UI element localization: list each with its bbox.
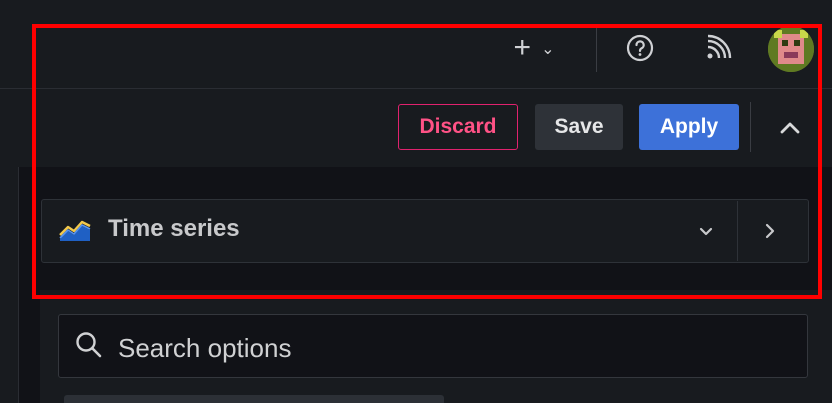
search-options-input[interactable] bbox=[116, 324, 780, 372]
toolbar-separator bbox=[750, 102, 751, 152]
discard-button[interactable]: Discard bbox=[398, 104, 518, 150]
news-button[interactable] bbox=[698, 28, 738, 68]
visualization-label: Time series bbox=[108, 215, 240, 242]
chevron-up-icon bbox=[780, 122, 800, 134]
panel-preview-edge bbox=[0, 167, 19, 403]
picker-separator bbox=[737, 201, 738, 261]
user-avatar[interactable] bbox=[768, 26, 814, 72]
rss-icon bbox=[707, 34, 732, 59]
new-menu-button[interactable]: + ⌄ bbox=[500, 28, 568, 68]
navbar-separator bbox=[596, 28, 597, 72]
help-button[interactable] bbox=[622, 30, 658, 66]
collapse-options-button[interactable] bbox=[770, 110, 810, 146]
chevron-down-icon bbox=[699, 227, 713, 236]
chevron-right-icon bbox=[765, 223, 775, 239]
time-series-icon bbox=[59, 220, 91, 241]
search-icon bbox=[76, 332, 102, 358]
plus-icon: + bbox=[513, 31, 532, 64]
visualization-next-button[interactable] bbox=[750, 214, 790, 248]
chevron-down-icon: ⌄ bbox=[541, 41, 555, 58]
help-circle-icon bbox=[626, 34, 654, 62]
save-button[interactable]: Save bbox=[535, 104, 623, 150]
apply-button[interactable]: Apply bbox=[639, 104, 739, 150]
avatar-image bbox=[768, 26, 814, 72]
visualization-dropdown-button[interactable] bbox=[688, 214, 724, 248]
options-group-header[interactable] bbox=[64, 395, 444, 403]
